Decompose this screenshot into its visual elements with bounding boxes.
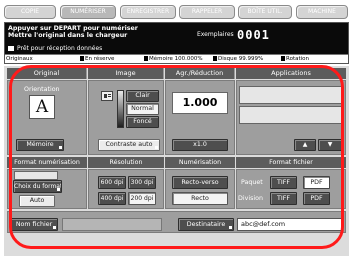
division-tiff-button[interactable]: TIFF — [270, 192, 297, 205]
document-icon — [101, 91, 113, 101]
scan-format-header: Format numérisation — [7, 157, 87, 168]
tab-applications[interactable]: Applications — [236, 68, 346, 79]
recipient-field[interactable]: abc@def.com — [237, 218, 343, 231]
resolution-600-button[interactable]: 600 dpi — [98, 176, 126, 189]
resolution-200-button[interactable]: 200 dpi — [128, 192, 156, 205]
orientation-label: Orientation — [24, 86, 60, 93]
orientation-button[interactable]: A — [29, 95, 55, 119]
tab-user-box[interactable]: BOÎTE UTIL. — [238, 5, 292, 19]
message-line-1: Appuyer sur DEPART pour numériser — [8, 25, 138, 32]
status-originals: Originaux — [6, 56, 33, 62]
zoom-value-display: 1.000 — [172, 92, 228, 114]
top-tab-bar: COPIE NUMÉRISER ENREGISTRER RAPPELER BOÎ… — [4, 3, 349, 20]
resolution-header: Résolution — [88, 157, 164, 168]
format-display — [14, 171, 58, 180]
file-format-header: Format fichier — [236, 157, 346, 168]
tab-zoom[interactable]: Agr./Réduction — [165, 68, 235, 79]
status-disk: Disque 99.999% — [212, 55, 278, 63]
tab-image[interactable]: Image — [88, 68, 164, 79]
copies-count: 0001 — [237, 28, 270, 42]
tab-copy[interactable]: COPIE — [4, 5, 56, 19]
batch-pdf-button[interactable]: PDF — [303, 176, 330, 189]
filename-button[interactable]: Nom fichier — [10, 218, 58, 231]
scan-settings-panel: Original Image Agr./Réduction Applicatio… — [4, 66, 349, 256]
choose-format-button[interactable]: Choix du format — [13, 180, 62, 193]
scroll-down-button[interactable]: ▼ — [318, 139, 342, 151]
application-slot-2[interactable] — [239, 106, 343, 124]
scanning-header: Numérisation — [165, 157, 235, 168]
copies-label: Exemplaires — [197, 31, 234, 38]
square-icon — [213, 56, 217, 61]
status-memory: Mémoire 100.000% — [143, 55, 211, 63]
density-scale — [117, 90, 124, 128]
batch-label: Paquet — [241, 179, 263, 186]
auto-contrast-button[interactable]: Contraste auto — [98, 139, 160, 151]
printer-icon — [8, 46, 14, 51]
square-icon — [281, 56, 285, 61]
square-icon — [80, 56, 84, 61]
memory-button[interactable]: Mémoire — [16, 139, 64, 151]
simplex-button[interactable]: Recto — [172, 192, 228, 205]
dark-button[interactable]: Foncé — [126, 116, 159, 128]
message-area: Appuyer sur DEPART pour numériser Mettre… — [4, 22, 349, 64]
duplex-button[interactable]: Recto-verso — [172, 176, 228, 189]
resolution-400-button[interactable]: 400 dpi — [98, 192, 126, 205]
light-button[interactable]: Clair — [126, 90, 159, 102]
tab-original[interactable]: Original — [7, 68, 87, 79]
format-auto-button[interactable]: Auto — [19, 195, 55, 207]
recipient-button[interactable]: Destinataire — [178, 218, 234, 231]
filename-field[interactable] — [62, 218, 162, 231]
division-pdf-button[interactable]: PDF — [303, 192, 330, 205]
zoom-x1-button[interactable]: x1.0 — [172, 139, 228, 151]
tab-recall[interactable]: RAPPELER — [179, 5, 235, 19]
message-line-2: Mettre l'original dans le chargeur — [8, 32, 128, 39]
scroll-up-button[interactable]: ▲ — [294, 139, 316, 151]
square-icon — [144, 56, 148, 61]
status-row: Originaux En réserve Mémoire 100.000% Di… — [5, 54, 348, 63]
resolution-300-button[interactable]: 300 dpi — [128, 176, 156, 189]
message-line-3: Prêt pour réception données — [17, 45, 103, 52]
application-slot-1[interactable] — [239, 86, 343, 104]
tab-store[interactable]: ENREGISTRER — [120, 5, 176, 19]
status-reserve: En réserve — [79, 55, 141, 63]
tab-scan[interactable]: NUMÉRISER — [60, 5, 116, 19]
normal-button[interactable]: Normal — [126, 103, 159, 115]
batch-tiff-button[interactable]: TIFF — [270, 176, 297, 189]
tab-machine[interactable]: MACHINE — [296, 5, 348, 19]
division-label: Division — [238, 195, 263, 202]
status-rotation: Rotation — [280, 55, 348, 63]
